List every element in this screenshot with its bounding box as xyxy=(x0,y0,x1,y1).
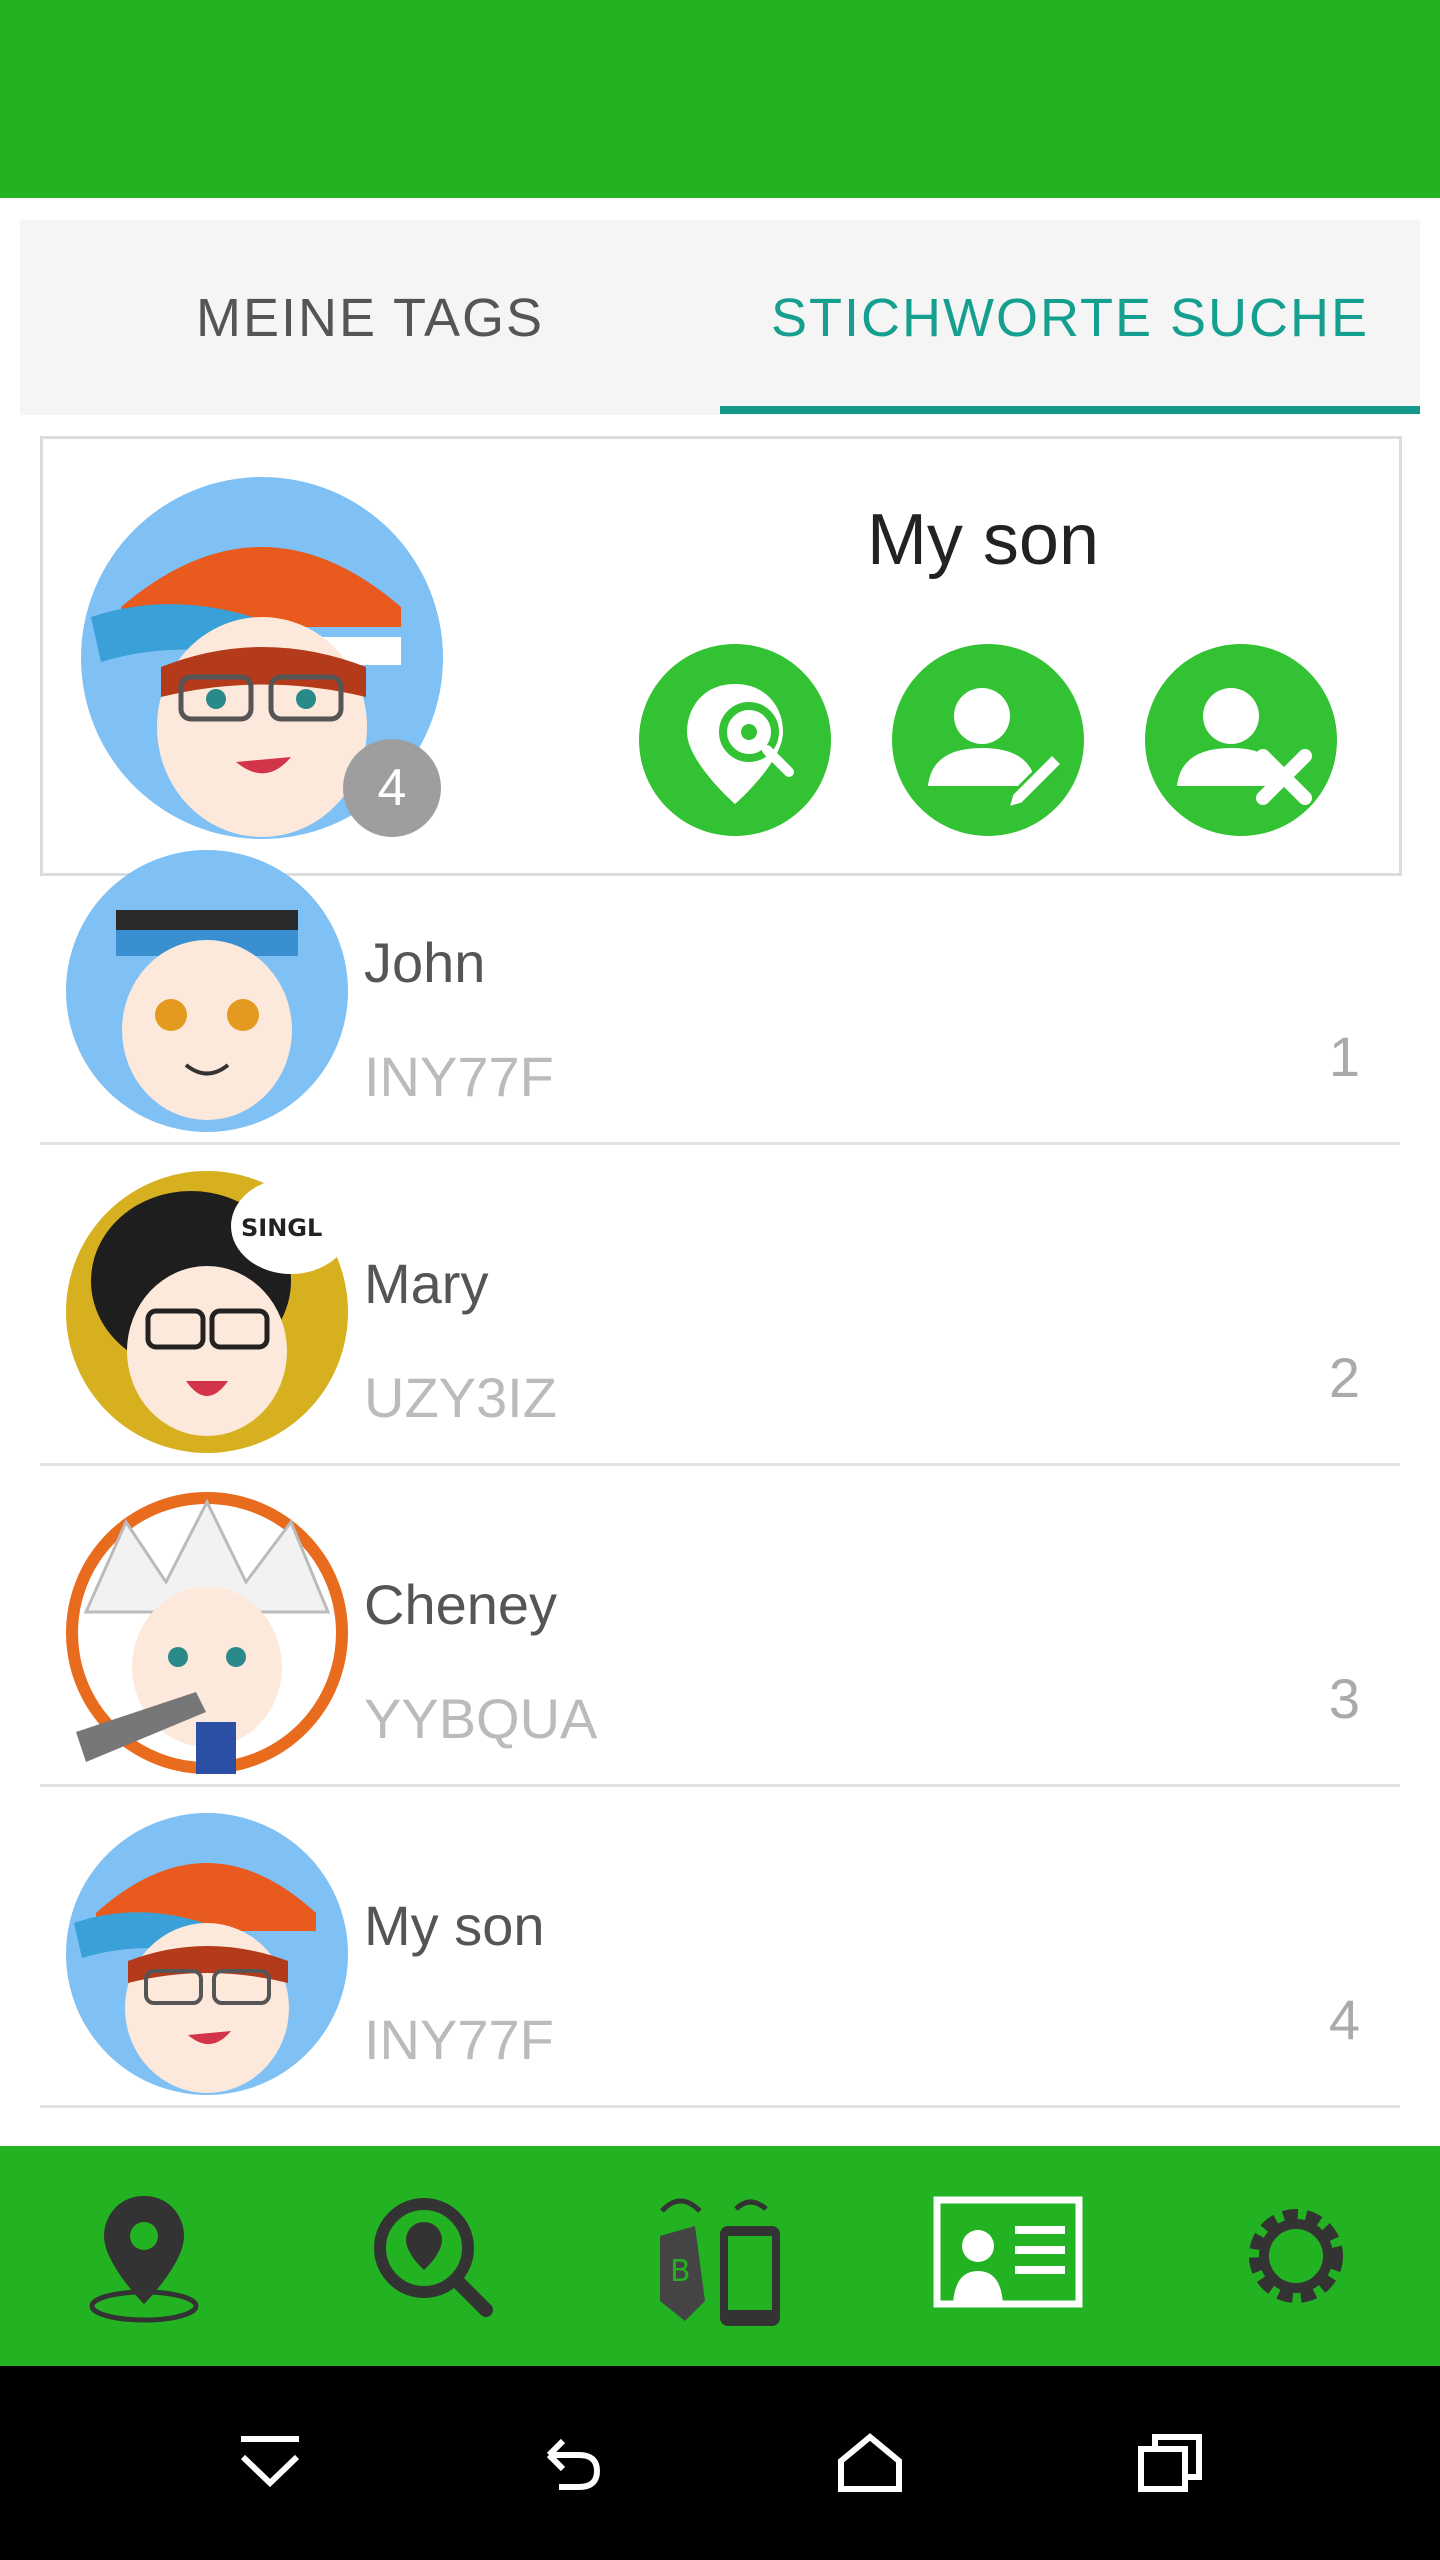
nav-beacon-device[interactable]: B xyxy=(576,2146,864,2366)
tab-stichworte-suche[interactable]: STICHWORTE SUCHE xyxy=(720,220,1420,415)
home-button[interactable] xyxy=(770,2366,970,2560)
list-item[interactable]: SINGL Mary UZY3IZ 2 xyxy=(40,1145,1400,1466)
nav-id-card[interactable] xyxy=(864,2146,1152,2366)
hide-keyboard-button[interactable] xyxy=(170,2366,370,2560)
list-item-name: Cheney xyxy=(364,1573,558,1636)
active-tab-indicator xyxy=(720,406,1420,414)
top-app-bar xyxy=(0,0,1440,198)
tab-bar: MEINE TAGS STICHWORTE SUCHE xyxy=(20,220,1420,415)
list-item-number: 1 xyxy=(1328,1025,1360,1088)
remove-user-icon xyxy=(1177,688,1312,805)
list-item-code: INY77F xyxy=(364,1045,554,1108)
avatar xyxy=(66,1813,348,2095)
speech-bubble-text: SINGL xyxy=(241,1214,322,1242)
list-item-code: UZY3IZ xyxy=(364,1366,557,1429)
system-navigation-bar xyxy=(0,2366,1440,2560)
back-icon xyxy=(546,2438,601,2490)
list-item-code: INY77F xyxy=(364,2008,554,2071)
list-item[interactable]: Cheney YYBQUA 3 xyxy=(40,1466,1400,1787)
list-item-code: YYBQUA xyxy=(364,1687,598,1750)
home-icon xyxy=(838,2433,902,2492)
remove-tag-button[interactable] xyxy=(1145,644,1337,836)
beacon-phone-icon: B xyxy=(660,2198,780,2326)
list-item[interactable]: My son INY77F 4 xyxy=(40,1787,1400,2108)
id-card-icon xyxy=(933,2196,1083,2308)
nav-search-location[interactable] xyxy=(288,2146,576,2366)
locate-search-icon xyxy=(687,684,794,804)
list-item-name: Mary xyxy=(364,1252,489,1315)
list-item-name: My son xyxy=(364,1894,545,1957)
nav-settings[interactable] xyxy=(1152,2146,1440,2366)
list-item-name: John xyxy=(364,931,486,994)
avatar xyxy=(66,1492,348,1774)
bottom-navigation: B xyxy=(0,2146,1440,2366)
locate-tag-button[interactable] xyxy=(639,644,831,836)
settings-gear-icon xyxy=(1249,2209,1343,2303)
selected-tag-name: My son xyxy=(866,500,1100,580)
recents-icon xyxy=(1138,2434,1202,2492)
list-item-number: 3 xyxy=(1328,1667,1360,1730)
list-item-number: 2 xyxy=(1328,1346,1360,1409)
tab-meine-tags[interactable]: MEINE TAGS xyxy=(20,220,720,415)
avatar: SINGL xyxy=(66,1171,348,1453)
list-item-number: 4 xyxy=(1328,1988,1360,2051)
edit-tag-button[interactable] xyxy=(892,644,1084,836)
edit-user-icon xyxy=(928,688,1065,811)
hide-keyboard-icon xyxy=(240,2436,300,2488)
map-pin-icon xyxy=(89,2196,199,2323)
svg-text:B: B xyxy=(670,2254,691,2289)
list-item[interactable]: John INY77F 1 xyxy=(40,824,1400,1145)
nav-map[interactable] xyxy=(0,2146,288,2366)
selected-tag-card: 4 My son xyxy=(40,436,1402,876)
back-button[interactable] xyxy=(470,2366,670,2560)
avatar xyxy=(66,850,348,1132)
recents-button[interactable] xyxy=(1070,2366,1270,2560)
search-location-icon xyxy=(374,2198,493,2317)
tag-count-badge: 4 xyxy=(343,739,441,837)
